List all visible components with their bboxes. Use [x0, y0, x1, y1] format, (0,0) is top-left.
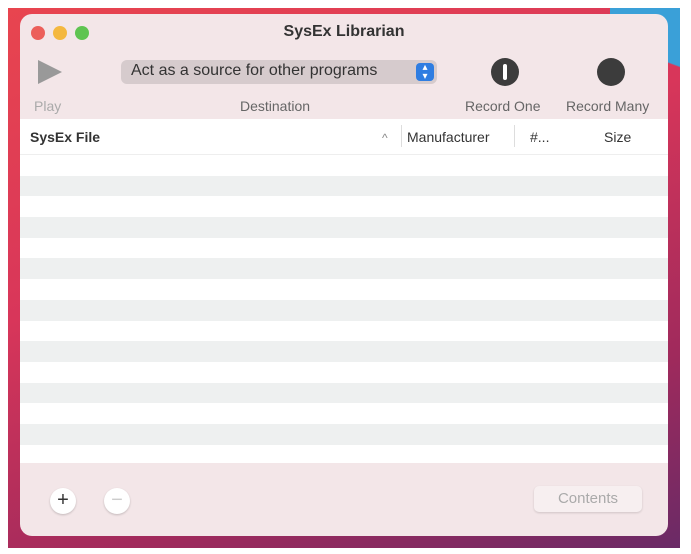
record-one-label: Record One: [465, 98, 541, 114]
table-body: [20, 155, 668, 465]
table-header: SysEx File ^ Manufacturer #... Size: [20, 119, 668, 155]
record-many-label: Record Many: [566, 98, 650, 114]
play-icon[interactable]: [38, 60, 62, 84]
destination-label: Destination: [240, 98, 311, 114]
play-label: Play: [34, 98, 62, 114]
sort-ascending-icon: ^: [382, 131, 388, 145]
table-row: [20, 403, 668, 424]
table-row: [20, 238, 668, 259]
destination-select[interactable]: Act as a source for other programs ▴ ▾: [121, 60, 437, 84]
contents-button[interactable]: Contents: [534, 486, 642, 512]
column-count[interactable]: #...: [530, 129, 549, 145]
column-divider[interactable]: [514, 125, 515, 147]
table-row: [20, 217, 668, 238]
remove-button[interactable]: −: [104, 488, 130, 514]
table-row: [20, 321, 668, 342]
main-window: SysEx Librarian Play Act as a source for…: [20, 14, 668, 536]
column-manufacturer[interactable]: Manufacturer: [407, 129, 489, 145]
record-many-button[interactable]: [597, 58, 625, 86]
destination-value: Act as a source for other programs: [131, 62, 378, 79]
table-row: [20, 279, 668, 300]
record-one-button[interactable]: [491, 58, 519, 86]
column-sysex-file[interactable]: SysEx File: [30, 129, 100, 145]
table-row: [20, 196, 668, 217]
chevron-up-down-icon: ▴ ▾: [416, 63, 434, 82]
table-row: [20, 382, 668, 404]
table-row: [20, 362, 668, 383]
table-row: [20, 155, 668, 176]
window-title: SysEx Librarian: [283, 23, 405, 40]
add-button[interactable]: +: [50, 488, 76, 514]
table-row: [20, 341, 668, 362]
table-row: [20, 175, 668, 197]
table-row: [20, 258, 668, 280]
column-size[interactable]: Size: [604, 129, 631, 145]
table-row: [20, 445, 668, 466]
column-divider[interactable]: [401, 125, 402, 147]
sysex-table[interactable]: SysEx File ^ Manufacturer #... Size: [20, 119, 668, 463]
table-row: [20, 423, 668, 445]
table-row: [20, 299, 668, 321]
